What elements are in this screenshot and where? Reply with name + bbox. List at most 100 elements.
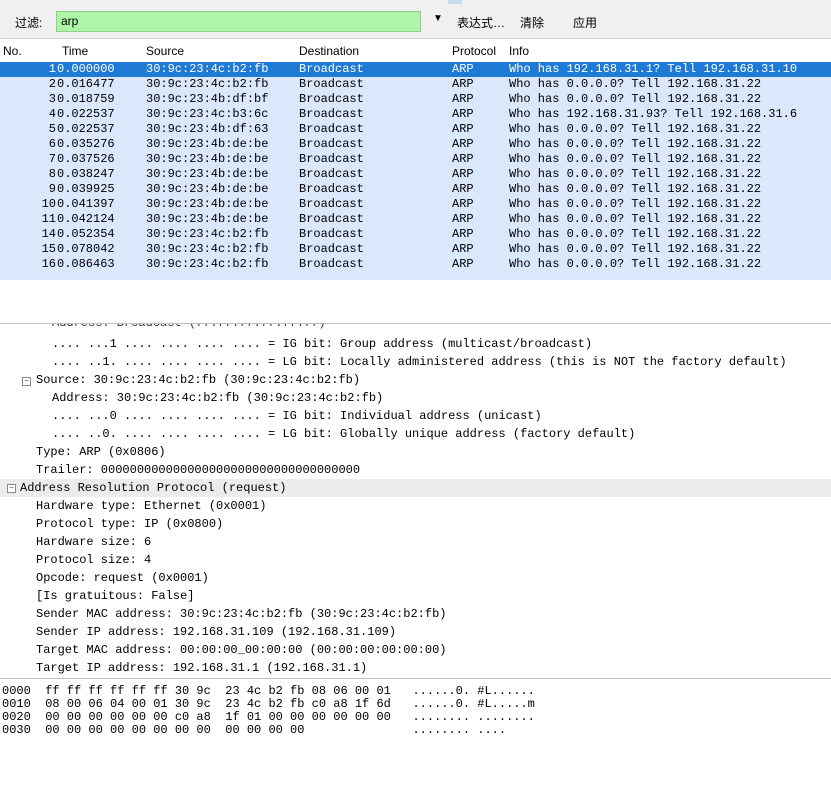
detail-line-arp-header[interactable]: − Address Resolution Protocol (request)	[0, 479, 831, 497]
clear-button[interactable]: 清除	[520, 14, 544, 31]
packet-destination: Broadcast	[299, 107, 364, 121]
column-header-time[interactable]: Time	[62, 44, 88, 58]
packet-source: 30:9c:23:4b:de:be	[146, 152, 269, 166]
column-header-protocol[interactable]: Protocol	[452, 44, 496, 58]
packet-info: Who has 192.168.31.93? Tell 192.168.31.6	[509, 107, 798, 121]
detail-line[interactable]: .... ...1 .... .... .... .... = IG bit: …	[52, 335, 592, 353]
packet-row[interactable]: 15 0.078042 30:9c:23:4c:b2:fb Broadcast …	[0, 242, 831, 257]
packet-protocol: ARP	[452, 107, 474, 121]
packet-row[interactable]: 9 0.039925 30:9c:23:4b:de:be Broadcast A…	[0, 182, 831, 197]
packet-destination: Broadcast	[299, 167, 364, 181]
packet-no: 14	[41, 227, 56, 241]
packet-row[interactable]: 7 0.037526 30:9c:23:4b:de:be Broadcast A…	[0, 152, 831, 167]
packet-no: 15	[41, 242, 56, 256]
packet-row[interactable]: 2 0.016477 30:9c:23:4c:b2:fb Broadcast A…	[0, 77, 831, 92]
packet-protocol: ARP	[452, 92, 474, 106]
collapse-icon[interactable]: −	[7, 484, 16, 493]
packet-destination: Broadcast	[299, 212, 364, 226]
packet-row[interactable]: 3 0.018759 30:9c:23:4b:df:bf Broadcast A…	[0, 92, 831, 107]
detail-line[interactable]: .... ..1. .... .... .... .... = LG bit: …	[52, 353, 787, 371]
detail-line[interactable]: Protocol type: IP (0x0800)	[36, 515, 223, 533]
packet-destination: Broadcast	[299, 242, 364, 256]
packet-destination: Broadcast	[299, 197, 364, 211]
packet-destination: Broadcast	[299, 122, 364, 136]
collapse-icon[interactable]: −	[22, 377, 31, 386]
packet-protocol: ARP	[452, 242, 474, 256]
packet-protocol: ARP	[452, 227, 474, 241]
packet-time: 0.078042	[57, 242, 115, 256]
detail-line[interactable]: Opcode: request (0x0001)	[36, 569, 209, 587]
detail-line[interactable]: Target MAC address: 00:00:00_00:00:00 (0…	[36, 641, 446, 659]
hex-line[interactable]: 0030 00 00 00 00 00 00 00 00 00 00 00 00…	[2, 724, 506, 737]
packet-time: 0.035276	[57, 137, 115, 151]
packet-source: 30:9c:23:4b:df:63	[146, 122, 269, 136]
packet-protocol: ARP	[452, 212, 474, 226]
packet-info: Who has 0.0.0.0? Tell 192.168.31.22	[509, 167, 762, 181]
detail-line[interactable]: [Is gratuitous: False]	[36, 587, 194, 605]
packet-row[interactable]: 14 0.052354 30:9c:23:4c:b2:fb Broadcast …	[0, 227, 831, 242]
packet-time: 0.041397	[57, 197, 115, 211]
packet-list[interactable]: 1 0.000000 30:9c:23:4c:b2:fb Broadcast A…	[0, 62, 831, 323]
detail-line[interactable]: Sender MAC address: 30:9c:23:4c:b2:fb (3…	[36, 605, 446, 623]
packet-destination: Broadcast	[299, 182, 364, 196]
packet-no: 4	[48, 107, 56, 121]
packet-time: 0.039925	[57, 182, 115, 196]
packet-info: Who has 0.0.0.0? Tell 192.168.31.22	[509, 122, 762, 136]
packet-destination: Broadcast	[299, 77, 364, 91]
packet-row[interactable]: 6 0.035276 30:9c:23:4b:de:be Broadcast A…	[0, 137, 831, 152]
packet-source: 30:9c:23:4b:de:be	[146, 182, 269, 196]
packet-row[interactable]: 5 0.022537 30:9c:23:4b:df:63 Broadcast A…	[0, 122, 831, 137]
detail-line[interactable]: Hardware size: 6	[36, 533, 151, 551]
detail-line[interactable]: Address: 30:9c:23:4c:b2:fb (30:9c:23:4c:…	[52, 389, 383, 407]
packet-time: 0.022537	[57, 122, 115, 136]
detail-line[interactable]: Hardware type: Ethernet (0x0001)	[36, 497, 266, 515]
packet-row[interactable]: 4 0.022537 30:9c:23:4c:b3:6c Broadcast A…	[0, 107, 831, 122]
expression-button[interactable]: 表达式…	[457, 14, 505, 31]
packet-row[interactable]: 10 0.041397 30:9c:23:4b:de:be Broadcast …	[0, 197, 831, 212]
packet-details-pane[interactable]: Address: Broadcast (ff:ff:ff:ff:ff:ff) .…	[0, 323, 831, 677]
packet-protocol: ARP	[452, 62, 474, 76]
packet-info: Who has 0.0.0.0? Tell 192.168.31.22	[509, 77, 762, 91]
packet-no: 2	[48, 77, 56, 91]
packet-time: 0.086463	[57, 257, 115, 271]
packet-no: 9	[48, 182, 56, 196]
display-filter-input[interactable]: arp	[56, 11, 421, 32]
detail-line[interactable]: Address: Broadcast (ff:ff:ff:ff:ff:ff)	[52, 324, 326, 332]
toolbar-tab-indicator	[448, 0, 462, 4]
column-header-info[interactable]: Info	[509, 44, 529, 58]
column-header-destination[interactable]: Destination	[299, 44, 359, 58]
packet-protocol: ARP	[452, 197, 474, 211]
packet-source: 30:9c:23:4c:b2:fb	[146, 242, 269, 256]
packet-row-partial[interactable]	[0, 272, 831, 280]
hex-dump-pane[interactable]: 0000 ff ff ff ff ff ff 30 9c 23 4c b2 fb…	[0, 678, 831, 795]
packet-info: Who has 0.0.0.0? Tell 192.168.31.22	[509, 137, 762, 151]
packet-source: 30:9c:23:4b:de:be	[146, 137, 269, 151]
detail-line[interactable]: Target IP address: 192.168.31.1 (192.168…	[36, 659, 367, 677]
packet-row[interactable]: 1 0.000000 30:9c:23:4c:b2:fb Broadcast A…	[0, 62, 831, 77]
packet-info: Who has 0.0.0.0? Tell 192.168.31.22	[509, 242, 762, 256]
packet-protocol: ARP	[452, 152, 474, 166]
detail-line[interactable]: Protocol size: 4	[36, 551, 151, 569]
apply-button[interactable]: 应用	[573, 14, 597, 31]
packet-source: 30:9c:23:4c:b2:fb	[146, 62, 269, 76]
packet-source: 30:9c:23:4b:df:bf	[146, 92, 269, 106]
packet-destination: Broadcast	[299, 227, 364, 241]
packet-destination: Broadcast	[299, 62, 364, 76]
detail-line[interactable]: Type: ARP (0x0806)	[36, 443, 166, 461]
detail-line[interactable]: Trailer: 0000000000000000000000000000000…	[36, 461, 360, 479]
column-header-no[interactable]: No.	[3, 44, 22, 58]
packet-row[interactable]: 11 0.042124 30:9c:23:4b:de:be Broadcast …	[0, 212, 831, 227]
detail-line[interactable]: .... ..0. .... .... .... .... = LG bit: …	[52, 425, 635, 443]
detail-line-source[interactable]: Source: 30:9c:23:4c:b2:fb (30:9c:23:4c:b…	[36, 371, 360, 389]
packet-no: 1	[48, 62, 56, 76]
packet-time: 0.037526	[57, 152, 115, 166]
chevron-down-icon[interactable]: ▼	[433, 13, 443, 24]
detail-line[interactable]: .... ...0 .... .... .... .... = IG bit: …	[52, 407, 542, 425]
packet-row[interactable]: 8 0.038247 30:9c:23:4b:de:be Broadcast A…	[0, 167, 831, 182]
packet-destination: Broadcast	[299, 137, 364, 151]
detail-line[interactable]: Sender IP address: 192.168.31.109 (192.1…	[36, 623, 396, 641]
column-header-source[interactable]: Source	[146, 44, 184, 58]
packet-time: 0.000000	[57, 62, 115, 76]
packet-source: 30:9c:23:4c:b2:fb	[146, 77, 269, 91]
packet-row[interactable]: 16 0.086463 30:9c:23:4c:b2:fb Broadcast …	[0, 257, 831, 272]
